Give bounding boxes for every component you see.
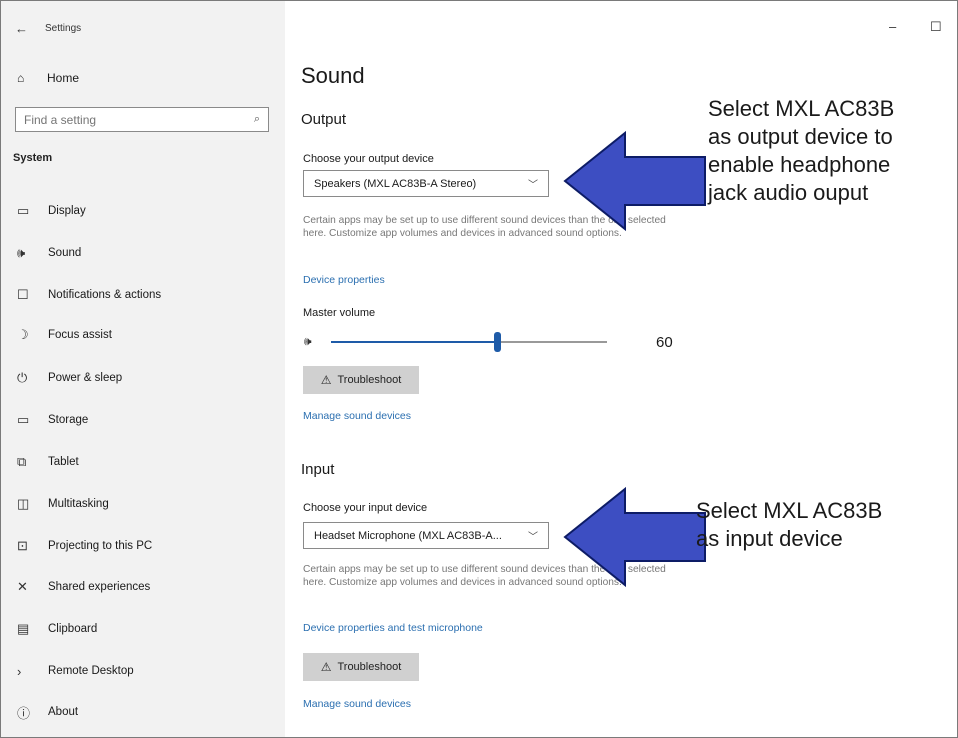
multitasking-icon: ◫ — [17, 496, 30, 511]
sidebar-item-label: Clipboard — [48, 623, 98, 635]
annotation-line: Select MXL AC83B — [696, 498, 883, 523]
tablet-icon: ⧉ — [17, 454, 27, 469]
projecting-icon: ⊡ — [17, 538, 28, 553]
sidebar-item-label: Multitasking — [48, 498, 109, 510]
sidebar-item-label: Display — [48, 205, 86, 217]
output-heading: Output — [301, 111, 347, 128]
power-icon: ⏻ — [17, 370, 28, 385]
master-volume-slider[interactable] — [331, 332, 607, 352]
display-icon: ▭ — [17, 203, 30, 218]
app-title: Settings — [45, 23, 82, 34]
output-device-properties-link[interactable]: Device properties — [303, 274, 385, 286]
sidebar-item-display[interactable]: ▭ Display — [1, 197, 285, 225]
sidebar-item-label: About — [48, 706, 79, 718]
output-device-label: Choose your output device — [303, 153, 434, 165]
sidebar-item-label: Remote Desktop — [48, 665, 134, 677]
sidebar-item-clipboard[interactable]: ▤ Clipboard — [1, 615, 285, 643]
master-volume-label: Master volume — [303, 307, 376, 319]
warning-icon: ⚠ — [320, 373, 332, 387]
clipboard-icon: ▤ — [17, 621, 30, 636]
output-annotation-text: Select MXL AC83B as output device to ena… — [708, 95, 894, 207]
input-troubleshoot-button[interactable]: ⚠ Troubleshoot — [303, 653, 419, 681]
input-device-properties-link[interactable]: Device properties and test microphone — [303, 622, 483, 634]
home-icon: ⌂ — [17, 71, 25, 85]
button-label: Troubleshoot — [337, 374, 402, 386]
volume-value: 60 — [656, 334, 673, 351]
volume-fill — [331, 341, 497, 343]
sidebar-item-label: Storage — [48, 414, 89, 426]
input-device-dropdown[interactable]: Headset Microphone (MXL AC83B-A... ﹀ — [303, 522, 549, 549]
warning-icon: ⚠ — [320, 660, 332, 674]
storage-icon: ▭ — [17, 412, 30, 427]
output-annotation-arrow — [563, 130, 706, 232]
annotation-line: as input device — [696, 526, 843, 551]
input-annotation-text: Select MXL AC83B as input device — [696, 497, 882, 553]
button-label: Troubleshoot — [337, 661, 402, 673]
speaker-icon: 🕪 — [17, 245, 26, 260]
about-icon: ⓘ — [17, 705, 31, 721]
search-input[interactable] — [24, 112, 254, 127]
sidebar-item-about[interactable]: ⓘ About — [1, 698, 285, 726]
chevron-down-icon: ﹀ — [528, 532, 538, 543]
volume-thumb[interactable] — [493, 332, 501, 352]
annotation-line: as output device to — [708, 124, 893, 149]
sidebar-item-focus-assist[interactable]: ☽ Focus assist — [1, 321, 285, 349]
search-icon[interactable]: ⌕ — [254, 113, 260, 126]
sidebar-item-multitasking[interactable]: ◫ Multitasking — [1, 490, 285, 518]
annotation-line: jack audio ouput — [708, 180, 869, 205]
notifications-icon: ☐ — [17, 287, 29, 302]
sidebar-item-sound[interactable]: 🕪 Sound — [1, 239, 285, 267]
sidebar-item-label: Shared experiences — [48, 581, 151, 593]
sidebar: ← Settings ⌂ Home ⌕ System ▭ Display 🕪 Soun… — [1, 1, 285, 737]
sidebar-item-label: Home — [47, 71, 80, 85]
sidebar-item-storage[interactable]: ▭ Storage — [1, 406, 285, 434]
sidebar-item-power-sleep[interactable]: ⏻ Power & sleep — [1, 364, 285, 392]
focus-assist-icon: ☽ — [17, 327, 29, 342]
shared-experiences-icon: ✕ — [17, 579, 28, 594]
speaker-icon[interactable]: 🕪 — [304, 334, 312, 349]
sidebar-item-label: Notifications & actions — [48, 289, 162, 301]
sidebar-item-label: Sound — [48, 247, 82, 259]
output-device-dropdown[interactable]: Speakers (MXL AC83B-A Stereo) ﹀ — [303, 170, 549, 197]
sidebar-item-remote-desktop[interactable]: › Remote Desktop — [1, 657, 285, 685]
sidebar-item-label: Power & sleep — [48, 372, 123, 384]
output-device-value: Speakers (MXL AC83B-A Stereo) — [314, 177, 477, 190]
search-box[interactable]: ⌕ — [15, 107, 269, 132]
section-title: System — [13, 152, 53, 164]
input-manage-devices-link[interactable]: Manage sound devices — [303, 698, 411, 710]
sidebar-item-label: Focus assist — [48, 329, 112, 341]
output-troubleshoot-button[interactable]: ⚠ Troubleshoot — [303, 366, 419, 394]
input-device-value: Headset Microphone (MXL AC83B-A... — [314, 529, 502, 542]
input-device-label: Choose your input device — [303, 502, 428, 514]
title-bar: ← Settings — [1, 1, 285, 61]
sidebar-item-projecting-to-this-pc[interactable]: ⊡ Projecting to this PC — [1, 532, 285, 560]
input-annotation-arrow — [563, 486, 706, 588]
sidebar-item-notifications-actions[interactable]: ☐ Notifications & actions — [1, 281, 285, 309]
output-manage-devices-link[interactable]: Manage sound devices — [303, 410, 411, 422]
annotation-line: enable headphone — [708, 152, 891, 177]
sidebar-item-label: Projecting to this PC — [48, 540, 153, 552]
sidebar-item-shared-experiences[interactable]: ✕ Shared experiences — [1, 573, 285, 601]
chevron-down-icon: ﹀ — [528, 180, 538, 191]
minimize-button[interactable]: – — [889, 19, 896, 34]
page-title: Sound — [301, 63, 365, 88]
annotation-line: Select MXL AC83B — [708, 96, 895, 121]
remote-desktop-icon: › — [17, 663, 22, 679]
back-arrow-icon[interactable]: ← — [15, 21, 45, 36]
sidebar-item-tablet[interactable]: ⧉ Tablet — [1, 448, 285, 476]
input-heading: Input — [301, 461, 335, 478]
sidebar-item-label: Tablet — [48, 456, 79, 468]
sidebar-item-home[interactable]: ⌂ Home — [1, 65, 285, 91]
maximize-button[interactable]: ☐ — [930, 19, 942, 35]
settings-window: ← Settings ⌂ Home ⌕ System ▭ Display 🕪 Soun… — [0, 0, 958, 738]
